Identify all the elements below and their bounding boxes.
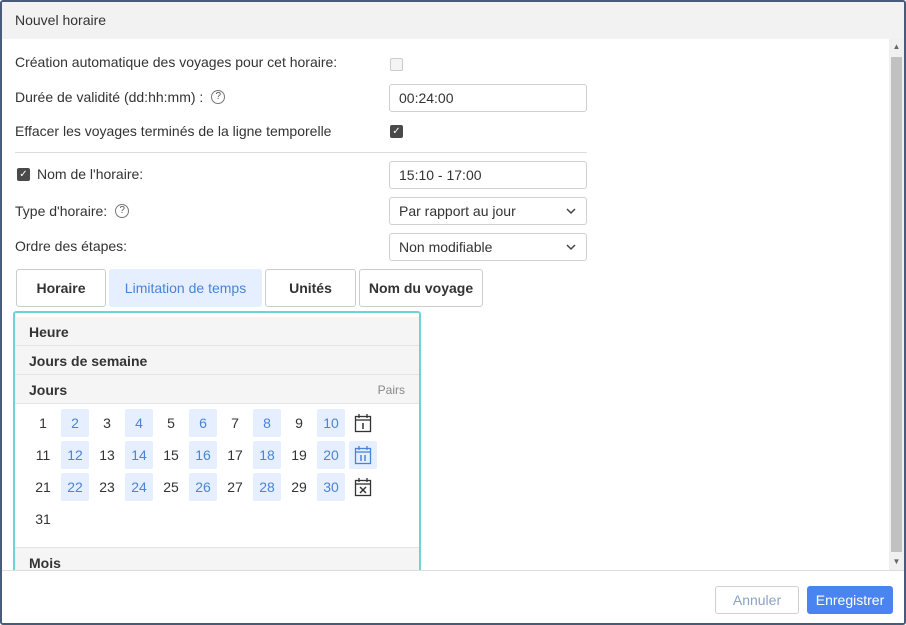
- order-row: Ordre des étapes:: [15, 238, 127, 254]
- erase-checkbox[interactable]: ✓: [390, 125, 403, 138]
- auto-create-row: Création automatique des voyages pour ce…: [15, 54, 337, 70]
- dialog-title: Nouvel horaire: [2, 2, 904, 39]
- chevron-down-icon: [566, 234, 576, 269]
- day-26[interactable]: 26: [189, 473, 217, 501]
- tab-limitation-de-temps[interactable]: Limitation de temps: [109, 269, 262, 307]
- tab-unites[interactable]: Unités: [265, 269, 356, 307]
- auto-create-label: Création automatique des voyages pour ce…: [15, 54, 338, 70]
- section-jours[interactable]: Jours Pairs: [15, 375, 419, 404]
- pairs-label: Pairs: [377, 383, 405, 397]
- section-jours-de-semaine[interactable]: Jours de semaine: [15, 346, 419, 375]
- chevron-down-icon: [566, 198, 576, 233]
- day-27[interactable]: 27: [221, 473, 249, 501]
- save-button[interactable]: Enregistrer: [807, 586, 893, 614]
- name-checkbox[interactable]: ✓: [17, 168, 30, 181]
- name-label: Nom de l'horaire:: [37, 166, 144, 182]
- dialog-body: Création automatique des voyages pour ce…: [2, 39, 890, 570]
- auto-create-checkbox[interactable]: [390, 58, 403, 71]
- day-29[interactable]: 29: [285, 473, 313, 501]
- section-jours-label: Jours: [29, 382, 68, 398]
- calendar-odd-icon[interactable]: [349, 409, 377, 437]
- day-16[interactable]: 16: [189, 441, 217, 469]
- day-4[interactable]: 4: [125, 409, 153, 437]
- validity-label: Durée de validité (dd:hh:mm) :: [15, 89, 204, 105]
- help-icon[interactable]: ?: [211, 90, 226, 104]
- section-heure[interactable]: Heure: [15, 317, 419, 346]
- calendar-clear-icon[interactable]: [349, 473, 377, 501]
- day-10[interactable]: 10: [317, 409, 345, 437]
- day-18[interactable]: 18: [253, 441, 281, 469]
- day-31[interactable]: 31: [29, 505, 57, 533]
- scroll-up-icon[interactable]: ▲: [889, 39, 904, 55]
- day-30[interactable]: 30: [317, 473, 345, 501]
- help-icon[interactable]: ?: [115, 204, 130, 218]
- order-select-value: Non modifiable: [399, 239, 493, 255]
- day-17[interactable]: 17: [221, 441, 249, 469]
- order-label: Ordre des étapes:: [15, 238, 128, 254]
- type-select-value: Par rapport au jour: [399, 203, 516, 219]
- day-14[interactable]: 14: [125, 441, 153, 469]
- day-25[interactable]: 25: [157, 473, 185, 501]
- day-24[interactable]: 24: [125, 473, 153, 501]
- tab-nom-du-voyage[interactable]: Nom du voyage: [359, 269, 483, 307]
- section-mois[interactable]: Mois: [15, 547, 419, 570]
- day-7[interactable]: 7: [221, 409, 249, 437]
- day-6[interactable]: 6: [189, 409, 217, 437]
- type-label: Type d'horaire:: [15, 203, 108, 219]
- day-13[interactable]: 13: [93, 441, 121, 469]
- day-1[interactable]: 1: [29, 409, 57, 437]
- day-28[interactable]: 28: [253, 473, 281, 501]
- day-9[interactable]: 9: [285, 409, 313, 437]
- tab-horaire[interactable]: Horaire: [16, 269, 106, 307]
- divider: [15, 152, 587, 153]
- scroll-thumb[interactable]: [891, 57, 902, 552]
- day-5[interactable]: 5: [157, 409, 185, 437]
- day-11[interactable]: 11: [29, 441, 57, 469]
- scrollbar[interactable]: ▲ ▼: [889, 39, 904, 570]
- day-8[interactable]: 8: [253, 409, 281, 437]
- name-input[interactable]: 15:10 - 17:00: [389, 161, 587, 189]
- day-23[interactable]: 23: [93, 473, 121, 501]
- order-select[interactable]: Non modifiable: [389, 233, 587, 261]
- dialog: Nouvel horaire Création automatique des …: [0, 0, 906, 625]
- day-2[interactable]: 2: [61, 409, 89, 437]
- time-limitation-panel: Heure Jours de semaine Jours Pairs 12345…: [13, 311, 421, 570]
- calendar-even-icon[interactable]: [349, 441, 377, 469]
- day-22[interactable]: 22: [61, 473, 89, 501]
- day-15[interactable]: 15: [157, 441, 185, 469]
- erase-row: Effacer les voyages terminés de la ligne…: [15, 123, 331, 139]
- validity-input[interactable]: 00:24:00: [389, 84, 587, 112]
- day-3[interactable]: 3: [93, 409, 121, 437]
- scroll-down-icon[interactable]: ▼: [889, 554, 904, 570]
- day-19[interactable]: 19: [285, 441, 313, 469]
- name-row: Nom de l'horaire:: [37, 166, 143, 182]
- type-row: Type d'horaire: ?: [15, 203, 130, 219]
- validity-row: Durée de validité (dd:hh:mm) : ?: [15, 89, 226, 105]
- day-20[interactable]: 20: [317, 441, 345, 469]
- day-21[interactable]: 21: [29, 473, 57, 501]
- type-select[interactable]: Par rapport au jour: [389, 197, 587, 225]
- day-12[interactable]: 12: [61, 441, 89, 469]
- cancel-button[interactable]: Annuler: [715, 586, 799, 614]
- dialog-footer: Annuler Enregistrer: [2, 570, 904, 623]
- erase-label: Effacer les voyages terminés de la ligne…: [15, 123, 332, 139]
